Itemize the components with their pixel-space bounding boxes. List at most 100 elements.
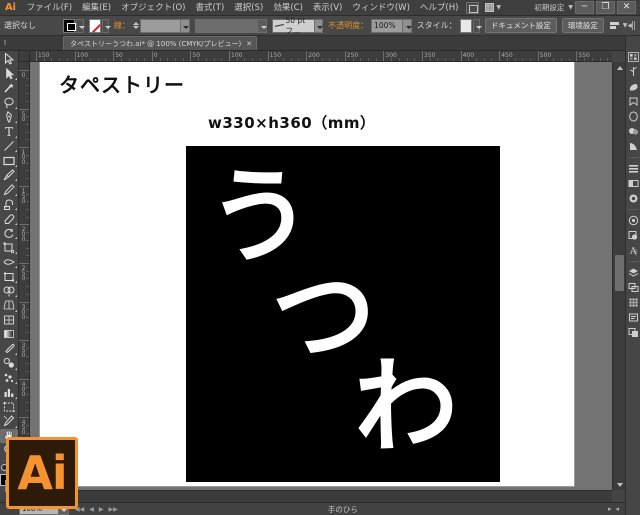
panel-color[interactable] [626,49,640,64]
mesh-tool[interactable] [0,313,18,327]
workspace-chevron-icon[interactable]: ▼ [568,4,573,11]
panel-symbols[interactable] [626,94,640,109]
pencil-tool[interactable] [0,182,18,196]
panel-pathfinder[interactable] [626,176,640,191]
ruler-tick-label: 0 [20,72,27,77]
fill-swatch-dropdown[interactable] [76,18,86,33]
blend-tool[interactable] [0,356,18,370]
menu-effect[interactable]: 効果(C) [268,0,308,16]
line-segment-tool[interactable] [0,139,18,153]
canvas-area[interactable]: タペストリー w330×h360（mm） う つ わ [30,62,612,490]
close-button[interactable]: ✕ [617,1,636,14]
panel-gradient[interactable] [626,124,640,139]
direct-selection-tool[interactable] [0,66,18,80]
selection-tool[interactable] [0,52,18,66]
ruler-tick [19,340,29,342]
panel-separations[interactable] [626,325,640,340]
symbol-sprayer-tool[interactable] [0,371,18,385]
maximize-button[interactable]: ❐ [596,1,615,14]
vertical-scroll-thumb[interactable] [615,255,624,291]
opacity-field[interactable]: 100% [371,18,404,33]
blob-brush-tool[interactable] [0,197,18,211]
align-icon[interactable] [609,19,619,32]
stroke-swatch-dropdown[interactable] [101,18,111,33]
controlbar-overflow-icon[interactable]: ◂|| [627,21,636,31]
panel-character[interactable]: A | [626,243,640,258]
preferences-button[interactable]: 環境設定 [561,18,604,33]
panel-layers[interactable] [626,265,640,280]
document-tab[interactable]: タペストリーうつわ.ai* @ 100% (CMYK/プレビュー) ✕ [63,36,258,50]
menu-type[interactable]: 書式(T) [190,0,229,16]
rectangle-tool[interactable] [0,153,18,167]
horizontal-scrollbar[interactable] [30,490,612,502]
panel-color-guide[interactable] [626,64,640,79]
brush-definition-field[interactable]: 50 pt フ... [271,16,315,35]
graphic-style-dropdown[interactable] [472,18,482,33]
menu-file[interactable]: ファイル(F) [22,0,78,16]
ruler-tick [19,301,29,303]
document-setup-button[interactable]: ドキュメント設定 [484,18,557,33]
pen-tool[interactable] [0,110,18,124]
panel-transform[interactable] [626,191,640,206]
artboard-tool[interactable] [0,400,18,414]
menu-window[interactable]: ウィンドウ(W) [347,0,415,16]
menu-edit[interactable]: 編集(E) [77,0,116,16]
free-transform-tool[interactable] [0,269,18,283]
arrange-documents-icon[interactable] [466,1,480,14]
stroke-weight-stepper[interactable] [132,19,139,33]
artboard[interactable]: タペストリー w330×h360（mm） う つ わ [40,62,574,486]
stroke-weight-field[interactable] [139,18,181,33]
eyedropper-tool[interactable] [0,342,18,356]
panel-align[interactable] [626,161,640,176]
panel-appearance[interactable] [626,213,640,228]
lasso-tool[interactable] [0,95,18,109]
ruler-tick-label: 250 [346,52,359,59]
close-icon[interactable]: ✕ [246,40,252,48]
tabbar-grip[interactable]: ⁞⁞ [0,35,9,50]
status-resize-grip-icon[interactable]: ◂ [615,505,619,513]
vertical-ruler[interactable]: 0 50 100 150 200 250 300 350 400 450 [19,62,30,490]
opacity-dropdown[interactable] [403,18,412,33]
perspective-grid-tool[interactable] [0,298,18,312]
panel-transparency[interactable] [626,139,640,154]
panel-brushes[interactable] [626,79,640,94]
panel-document-info[interactable] [626,310,640,325]
magic-wand-tool[interactable] [0,81,18,95]
stroke-profile-dropdown[interactable] [258,18,267,33]
fill-color-swatch[interactable] [63,18,77,33]
panel-links[interactable] [626,295,640,310]
eraser-tool[interactable] [0,211,18,225]
type-tool[interactable]: T [0,124,18,138]
ruler-tick [19,378,29,380]
gradient-tool[interactable] [0,327,18,341]
status-menu-chevron-icon[interactable]: ▸ [608,505,612,513]
menu-object[interactable]: オブジェクト(O) [116,0,190,16]
ruler-tick [19,224,29,226]
scale-tool[interactable] [0,240,18,254]
vertical-scrollbar[interactable] [612,62,625,490]
stroke-color-swatch[interactable] [88,18,101,33]
paintbrush-tool[interactable] [0,168,18,182]
artwork-black-panel[interactable]: う つ わ [186,146,500,482]
menu-view[interactable]: 表示(V) [308,0,347,16]
shape-builder-tool[interactable] [0,284,18,298]
panel-graphic-styles[interactable] [626,228,640,243]
brush-definition-dropdown[interactable] [314,18,324,33]
width-tool[interactable] [0,255,18,269]
panel-stroke[interactable] [626,109,640,124]
workspace-switcher-icon[interactable]: ▼ [485,2,502,14]
panel-artboards[interactable] [626,280,640,295]
horizontal-ruler[interactable]: 150 100 50 0 50 100 150 200 250 300 350 400 450 500 55… [30,51,612,62]
slice-tool[interactable] [0,414,18,428]
menu-help[interactable]: ヘルプ(H) [415,0,464,16]
graphic-style-swatch[interactable] [459,18,472,33]
stroke-profile-field[interactable] [194,18,259,33]
minimize-button[interactable]: ─ [575,1,594,14]
rotate-tool[interactable] [0,226,18,240]
menu-select[interactable]: 選択(S) [229,0,268,16]
status-bar-right[interactable]: ▸ ◂ [608,505,625,513]
column-graph-tool[interactable] [0,385,18,399]
stroke-weight-dropdown[interactable] [180,18,190,33]
workspace-label[interactable]: 初期設定 [534,2,566,13]
ruler-origin-corner[interactable] [19,51,30,62]
